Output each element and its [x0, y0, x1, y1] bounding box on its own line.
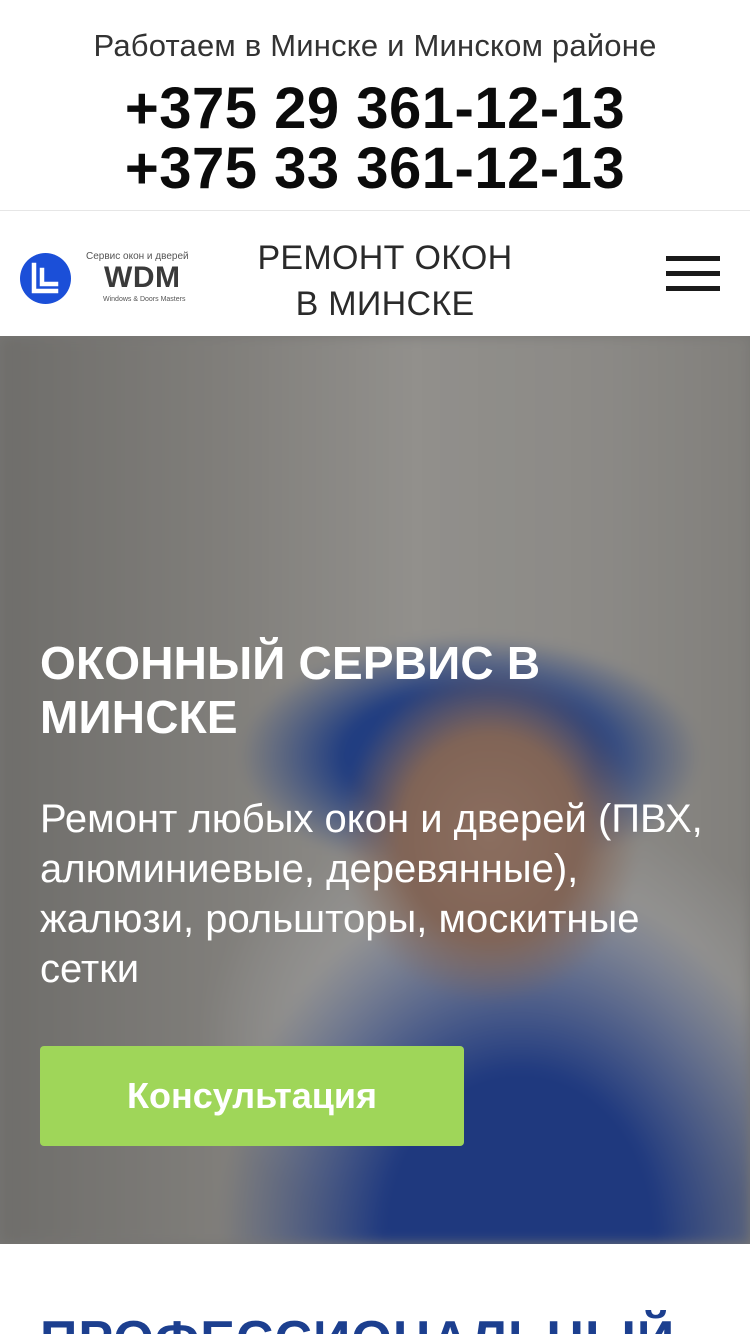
next-section: ПРОФЕССИОНАЛЬНЫЙ [0, 1244, 750, 1334]
section-heading: ПРОФЕССИОНАЛЬНЫЙ [40, 1310, 675, 1334]
logo-mark-icon [20, 253, 71, 304]
hero-subtitle: Ремонт любых окон и дверей (ПВХ, алюмини… [40, 797, 703, 991]
site-title-line-2: В МИНСКЕ [295, 285, 475, 323]
hero-title: ОКОННЫЙ СЕРВИС В МИНСКЕ [40, 637, 541, 743]
service-region-text: Работаем в Минске и Минском районе [93, 28, 657, 63]
hamburger-menu-icon[interactable] [666, 256, 720, 294]
top-contact-bar: Работаем в Минске и Минском районе +375 … [0, 0, 750, 211]
logo-subtag: Windows & Doors Masters [103, 296, 186, 303]
hero-section: ОКОННЫЙ СЕРВИС В МИНСКЕ Ремонт любых око… [0, 336, 750, 1244]
site-header: Сервис окон и дверей WDM Windows & Doors… [0, 211, 750, 336]
hero-content: ОКОННЫЙ СЕРВИС В МИНСКЕ Ремонт любых око… [40, 636, 710, 1146]
phone-link-primary[interactable]: +375 29 361-12-13 [0, 80, 750, 138]
consultation-button[interactable]: Консультация [40, 1046, 464, 1146]
site-title-line-1: РЕМОНТ ОКОН [257, 239, 513, 277]
site-title: РЕМОНТ ОКОН В МИНСКЕ [220, 235, 550, 327]
site-logo[interactable]: Сервис окон и дверей WDM Windows & Doors… [20, 251, 189, 307]
phone-link-secondary[interactable]: +375 33 361-12-13 [0, 140, 750, 198]
logo-wordmark: WDM [104, 261, 181, 294]
